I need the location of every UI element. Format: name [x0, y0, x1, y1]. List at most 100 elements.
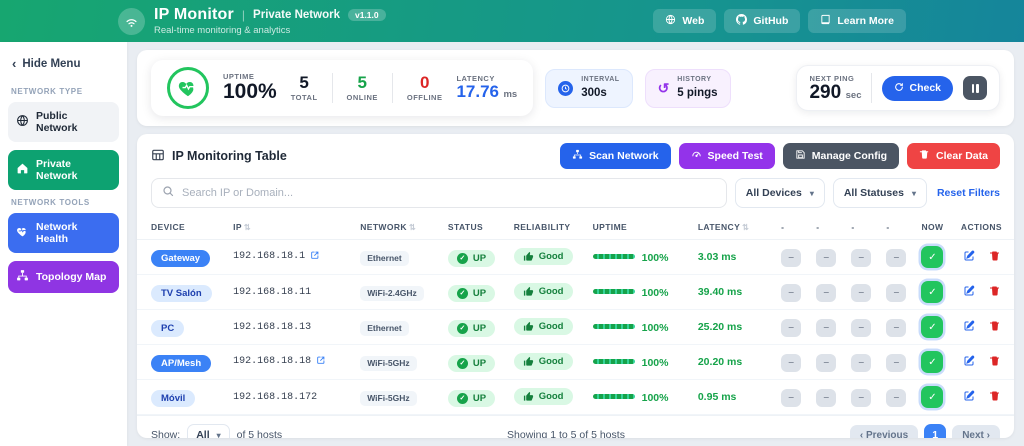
network-badge: Ethernet — [360, 321, 408, 336]
home-icon — [16, 162, 29, 178]
latency-unit: ms — [503, 89, 517, 100]
ip-address: 192.168.18.18 — [233, 356, 311, 367]
interval-label: INTERVAL — [581, 76, 619, 83]
edit-button[interactable] — [961, 388, 977, 407]
learn-more-button[interactable]: Learn More — [808, 9, 906, 33]
table-grid-icon — [151, 148, 165, 165]
device-badge[interactable]: PC — [151, 320, 184, 337]
trash-icon — [919, 149, 930, 163]
device-badge[interactable]: Móvil — [151, 390, 195, 407]
col-network[interactable]: NETWORK⇅ — [356, 217, 444, 240]
page-size-select[interactable]: All ▾ — [187, 424, 229, 438]
next-page-button[interactable]: Next › — [952, 425, 1000, 439]
status-badge: ✓UP — [448, 250, 495, 267]
speed-test-button[interactable]: Speed Test — [679, 143, 775, 169]
sidebar-item-private-network[interactable]: Private Network — [8, 150, 119, 190]
pause-button[interactable] — [963, 76, 987, 100]
divider — [392, 73, 393, 103]
offline-value: 0 — [407, 74, 443, 93]
thumbs-up-icon — [523, 321, 534, 332]
network-badge: WiFi-2.4GHz — [360, 286, 424, 301]
history-slot: – — [816, 249, 836, 267]
scan-network-button[interactable]: Scan Network — [560, 143, 670, 169]
network-badge: Ethernet — [360, 251, 408, 266]
edit-button[interactable] — [961, 353, 977, 372]
col-status: STATUS — [444, 217, 510, 240]
status-filter-select[interactable]: All Statuses ▾ — [833, 178, 927, 208]
edit-button[interactable] — [961, 283, 977, 302]
table-footer: Show: All ▾ of 5 hosts Showing 1 to 5 of… — [137, 415, 1014, 438]
now-status-toggle[interactable]: ✓ — [921, 281, 943, 303]
showing-summary: Showing 1 to 5 of 5 hosts — [282, 429, 850, 438]
refresh-icon — [894, 82, 904, 95]
layout: ‹ Hide Menu NETWORK TYPE Public Network … — [0, 42, 1024, 446]
next-ping-value: 290 — [809, 82, 841, 103]
check-circle-icon: ✓ — [457, 253, 468, 264]
network-badge: WiFi-5GHz — [360, 391, 416, 406]
delete-button[interactable] — [987, 318, 1003, 337]
interval-value: 300s — [581, 87, 607, 99]
history-slot: – — [781, 319, 801, 337]
now-status-toggle[interactable]: ✓ — [921, 351, 943, 373]
title-separator: | — [242, 8, 245, 22]
globe-icon — [665, 14, 676, 28]
uptime-progress-bar — [593, 394, 635, 399]
page-number-button[interactable]: 1 — [924, 424, 946, 438]
search-input[interactable] — [182, 187, 716, 199]
hide-menu-button[interactable]: ‹ Hide Menu — [8, 52, 84, 81]
check-button[interactable]: Check — [882, 76, 953, 101]
github-button[interactable]: GitHub — [724, 9, 800, 33]
history-slot: – — [886, 389, 906, 407]
now-status-toggle[interactable]: ✓ — [921, 246, 943, 268]
col-history-3: - — [847, 217, 882, 240]
latency-value: 3.03 ms — [694, 240, 777, 275]
sort-icon: ⇅ — [409, 223, 416, 232]
delete-button[interactable] — [987, 283, 1003, 302]
col-latency[interactable]: LATENCY⇅ — [694, 217, 777, 240]
stats-panel: UPTIME 100% 5 TOTAL 5 ONLINE 0 — [137, 50, 1014, 126]
thumbs-up-icon — [523, 356, 534, 367]
table-card-header: IP Monitoring Table Scan Network — [137, 134, 1014, 176]
reset-filters-link[interactable]: Reset Filters — [937, 187, 1000, 199]
main-content: UPTIME 100% 5 TOTAL 5 ONLINE 0 — [127, 42, 1024, 446]
now-status-toggle[interactable]: ✓ — [921, 316, 943, 338]
external-link-icon[interactable] — [316, 358, 326, 369]
filter-row: All Devices ▾ All Statuses ▾ Reset Filte… — [137, 176, 1014, 217]
web-button[interactable]: Web — [653, 9, 716, 33]
sidebar-item-public-network[interactable]: Public Network — [8, 102, 119, 142]
device-badge[interactable]: AP/Mesh — [151, 355, 211, 372]
delete-button[interactable] — [987, 388, 1003, 407]
delete-button[interactable] — [987, 353, 1003, 372]
check-circle-icon: ✓ — [457, 323, 468, 334]
manage-config-button[interactable]: Manage Config — [783, 143, 899, 169]
history-slot: – — [886, 354, 906, 372]
online-block: 5 ONLINE — [347, 74, 378, 102]
gauge-icon — [691, 149, 702, 163]
latency-value: 25.20 ms — [694, 310, 777, 345]
latency-block: LATENCY 17.76 ms — [456, 74, 517, 102]
edit-button[interactable] — [961, 318, 977, 337]
uptime-percent: 100% — [642, 287, 669, 299]
device-badge[interactable]: Gateway — [151, 250, 210, 267]
history-slot: – — [816, 284, 836, 302]
version-badge: v1.1.0 — [348, 9, 386, 21]
device-filter-select[interactable]: All Devices ▾ — [735, 178, 825, 208]
previous-page-button[interactable]: ‹ Previous — [850, 425, 918, 439]
table-actions: Scan Network Speed Test Ma — [560, 143, 1000, 169]
chevron-down-icon: ▾ — [217, 431, 221, 439]
history-slot: – — [851, 389, 871, 407]
delete-button[interactable] — [987, 248, 1003, 267]
sidebar-item-topology-map[interactable]: Topology Map — [8, 261, 119, 293]
external-link-icon[interactable] — [310, 253, 320, 264]
now-status-toggle[interactable]: ✓ — [921, 386, 943, 408]
edit-button[interactable] — [961, 248, 977, 267]
sidebar-item-network-health[interactable]: Network Health — [8, 213, 119, 253]
tagline: Real-time monitoring & analytics — [154, 25, 386, 36]
col-ip[interactable]: IP⇅ — [229, 217, 356, 240]
uptime-percent: 100% — [642, 357, 669, 369]
device-badge[interactable]: TV Salón — [151, 285, 212, 302]
history-slot: – — [886, 284, 906, 302]
table-title-wrap: IP Monitoring Table — [151, 148, 287, 165]
clear-data-button[interactable]: Clear Data — [907, 143, 1000, 169]
heart-pulse-icon — [16, 225, 29, 241]
